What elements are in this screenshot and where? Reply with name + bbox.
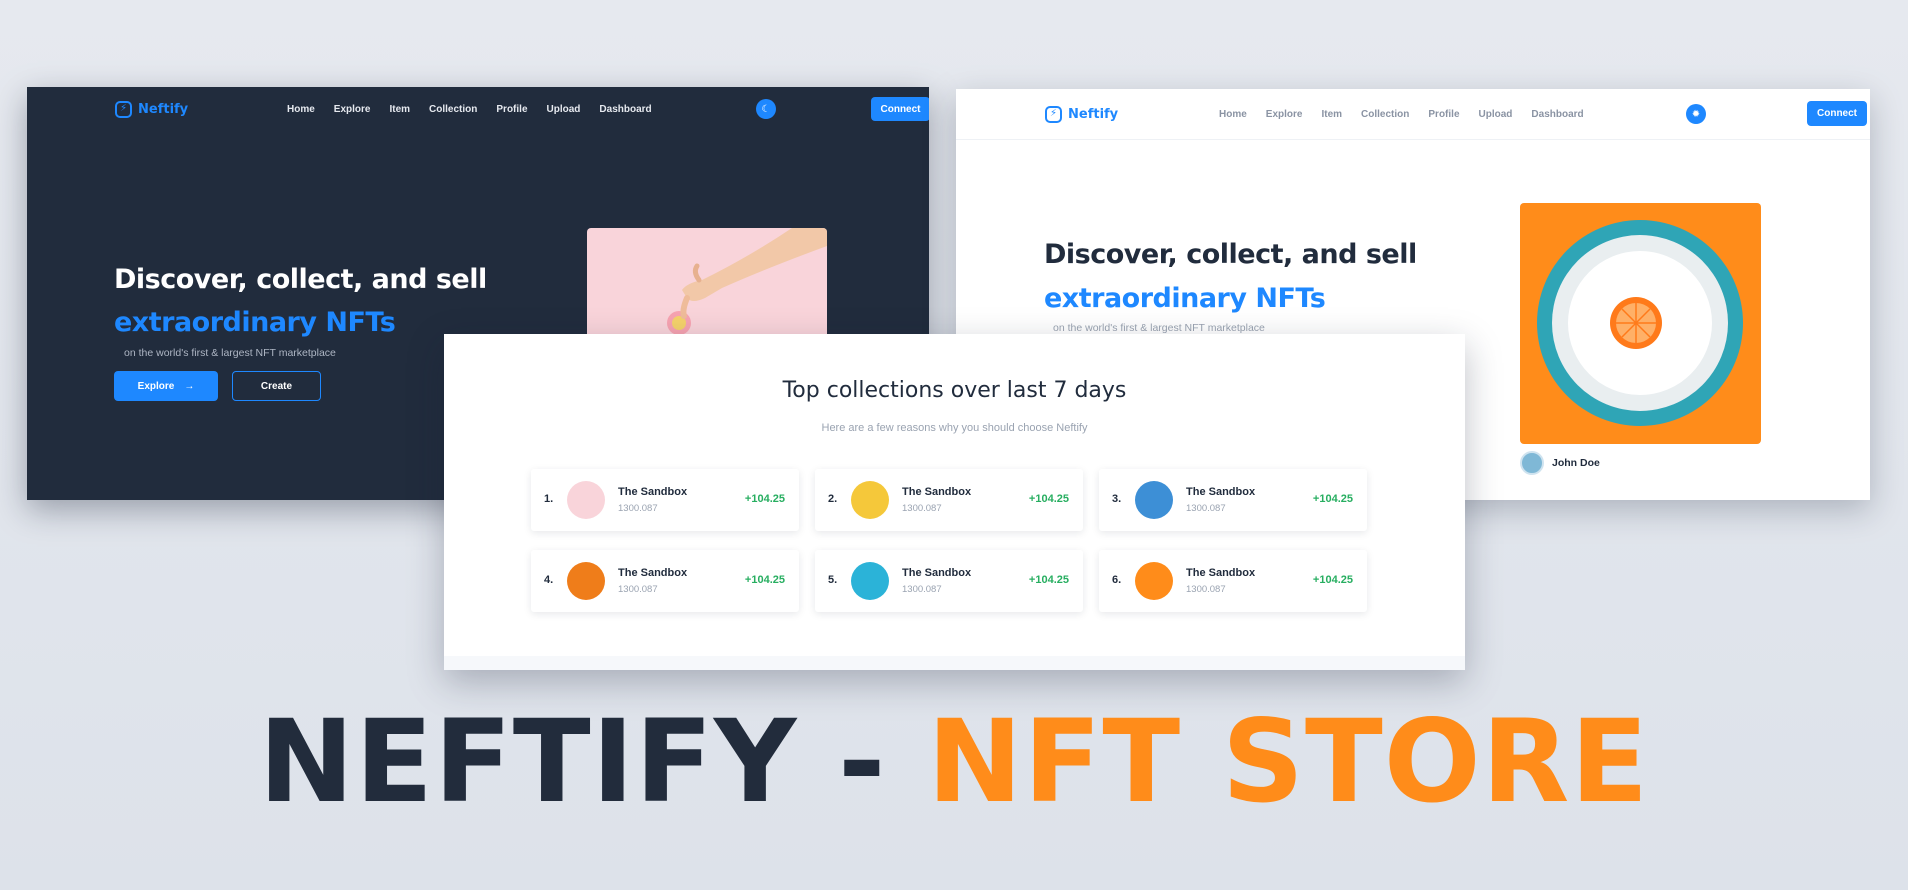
navbar: ⚡ Neftify Home Explore Item Collection P… [115,97,929,121]
nav-item-explore[interactable]: Explore [1266,109,1303,120]
hero-heading-line1: Discover, collect, and sell [114,264,487,295]
hero-heading-line1: Discover, collect, and sell [1044,239,1417,270]
banner-title-part2: NFT STORE [927,695,1650,828]
logo[interactable]: ⚡ Neftify [1045,105,1119,123]
collection-rank: 3. [1112,493,1122,505]
collection-item[interactable]: 2. The Sandbox 1300.087 +104.25 [815,469,1083,531]
nav-item-home[interactable]: Home [1219,109,1247,120]
collection-item[interactable]: 3. The Sandbox 1300.087 +104.25 [1099,469,1367,531]
collection-name: The Sandbox [618,486,688,498]
collection-rank: 5. [828,574,838,586]
hero-subtitle: on the world's first & largest NFT marke… [124,347,336,359]
collection-name: The Sandbox [1186,486,1256,498]
top-collections-section: Top collections over last 7 days Here ar… [444,334,1465,670]
hero-heading-line2: extraordinary NFTs [114,307,396,338]
collection-change: +104.25 [1028,574,1069,586]
nav-item-collection[interactable]: Collection [1361,109,1409,120]
collection-name: The Sandbox [902,567,972,579]
collection-item[interactable]: 6. The Sandbox 1300.087 +104.25 [1099,550,1367,612]
nav-item-home[interactable]: Home [287,104,315,115]
explore-label: Explore [137,380,175,392]
nav-item-dashboard[interactable]: Dashboard [599,104,651,115]
arrow-right-icon: → [184,380,195,392]
sun-icon[interactable]: ✹ [1686,104,1706,124]
collection-thumbnail [567,481,605,519]
logo-text: Neftify [1068,106,1119,122]
collection-thumbnail [851,562,889,600]
navbar: ⚡ Neftify Home Explore Item Collection P… [1045,101,1867,127]
nav-menu: Home Explore Item Collection Profile Upl… [287,104,652,115]
hero-subtitle: on the world's first & largest NFT marke… [1053,322,1265,334]
explore-button[interactable]: Explore → [114,371,218,401]
author-name: John Doe [1552,457,1600,469]
collection-price: 1300.087 [902,503,942,514]
nav-menu: Home Explore Item Collection Profile Upl… [1219,109,1584,120]
collection-thumbnail [1135,562,1173,600]
nav-item-dashboard[interactable]: Dashboard [1531,109,1583,120]
collection-name: The Sandbox [902,486,972,498]
collection-item[interactable]: 4. The Sandbox 1300.087 +104.25 [531,550,799,612]
collection-thumbnail [1135,481,1173,519]
connect-button[interactable]: Connect [1807,101,1867,126]
bolt-icon: ⚡ [115,100,132,118]
nav-item-item[interactable]: Item [1321,109,1342,120]
navbar-divider [956,139,1870,140]
logo[interactable]: ⚡ Neftify [115,100,189,118]
collection-rank: 1. [544,493,554,505]
nav-item-collection[interactable]: Collection [429,104,477,115]
banner-title-part1: NEFTIFY - [258,695,887,828]
hero-heading-line2: extraordinary NFTs [1044,283,1326,314]
collection-item[interactable]: 5. The Sandbox 1300.087 +104.25 [815,550,1083,612]
nav-item-upload[interactable]: Upload [547,104,581,115]
collection-change: +104.25 [744,493,785,505]
nav-item-profile[interactable]: Profile [1428,109,1459,120]
collection-change: +104.25 [744,574,785,586]
collection-item[interactable]: 1. The Sandbox 1300.087 +104.25 [531,469,799,531]
section-footer-strip [444,656,1465,670]
nav-item-profile[interactable]: Profile [496,104,527,115]
collection-thumbnail [851,481,889,519]
collection-price: 1300.087 [902,584,942,595]
collection-price: 1300.087 [1186,503,1226,514]
author[interactable]: John Doe [1520,451,1600,475]
nft-image-plate [1520,203,1761,444]
collection-name: The Sandbox [618,567,688,579]
collection-rank: 6. [1112,574,1122,586]
collection-change: +104.25 [1312,493,1353,505]
nav-item-explore[interactable]: Explore [334,104,371,115]
collection-rank: 2. [828,493,838,505]
collection-price: 1300.087 [618,584,658,595]
plate-illustration [1537,220,1743,426]
collection-price: 1300.087 [618,503,658,514]
collection-thumbnail [567,562,605,600]
avatar [1520,451,1544,475]
nav-item-item[interactable]: Item [389,104,410,115]
collection-change: +104.25 [1028,493,1069,505]
collection-change: +104.25 [1312,574,1353,586]
create-button[interactable]: Create [232,371,321,401]
nav-item-upload[interactable]: Upload [1479,109,1513,120]
logo-text: Neftify [138,101,189,117]
section-title: Top collections over last 7 days [782,378,1127,403]
section-subtitle: Here are a few reasons why you should ch… [821,422,1088,434]
connect-button[interactable]: Connect [871,97,929,121]
collection-rank: 4. [544,574,554,586]
collection-price: 1300.087 [1186,584,1226,595]
collection-name: The Sandbox [1186,567,1256,579]
moon-icon[interactable]: ☾ [756,99,776,119]
bolt-icon: ⚡ [1045,105,1062,123]
banner-title: NEFTIFY - NFT STORE [0,705,1908,819]
